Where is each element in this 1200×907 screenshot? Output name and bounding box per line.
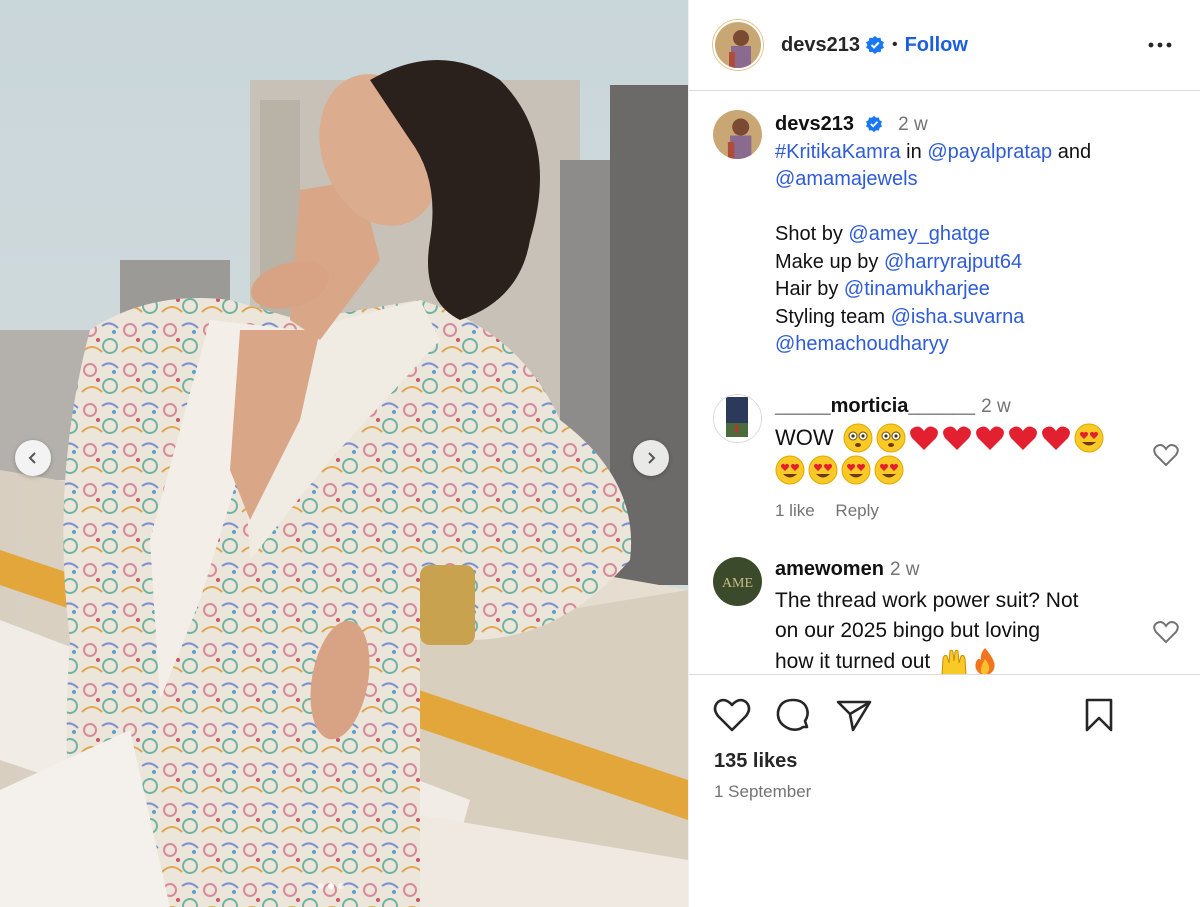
caption-mention[interactable]: @payalpratap	[927, 141, 1052, 163]
credit-handle[interactable]: @isha.suvarna	[891, 306, 1025, 328]
credit-handle[interactable]: @amey_ghatge	[848, 223, 990, 245]
comment-time: 2 w	[981, 396, 1011, 417]
credit-handle[interactable]: @tinamukharjee	[844, 278, 990, 300]
carousel-next-button[interactable]	[633, 440, 669, 476]
post-caption: devs213 2 w #KritikaKamra in @payalprata…	[713, 110, 1091, 359]
paper-plane-icon[interactable]	[835, 697, 873, 733]
chevron-left-icon	[28, 452, 36, 464]
post-header: devs213 • Follow	[689, 0, 1200, 91]
carousel-dot	[338, 883, 344, 889]
credit-label: Make up by	[775, 250, 879, 273]
verified-badge-icon	[865, 115, 882, 133]
credit-label: Shot by	[775, 223, 843, 245]
red-heart-emoji-icon	[1008, 426, 1037, 450]
verified-badge-icon	[865, 36, 884, 54]
heart-eyes-emoji-icon	[1074, 423, 1104, 452]
svg-text:AME: AME	[722, 576, 753, 591]
comment-author[interactable]: _____morticia______	[775, 395, 975, 417]
heart-eyes-emoji-icon	[775, 455, 805, 484]
heart-eyes-emoji-icon	[841, 455, 871, 484]
red-heart-emoji-icon	[942, 426, 971, 450]
post-date: 1 September	[714, 782, 812, 801]
action-bar	[713, 697, 1113, 737]
comment-author[interactable]: amewomen	[775, 558, 884, 580]
comment-text: how it turned out	[775, 649, 931, 673]
comment-likes[interactable]: 1 like	[775, 501, 815, 520]
comment-text: The thread work power suit? Not	[775, 588, 1079, 612]
commenter-avatar[interactable]	[713, 394, 762, 443]
caption-text: in	[906, 140, 922, 163]
ellipsis-icon[interactable]	[1147, 32, 1173, 58]
comment-text: on our 2025 bingo but loving	[775, 619, 1041, 642]
likes-count[interactable]: 135 likes	[714, 750, 797, 773]
comment-like-heart-icon[interactable]	[1153, 443, 1179, 467]
raising-hands-emoji-icon	[941, 649, 967, 674]
comment-like-heart-icon[interactable]	[1153, 620, 1179, 644]
comment-text: WOW	[775, 424, 834, 450]
heart-eyes-emoji-icon	[808, 455, 838, 484]
post-photo	[0, 0, 688, 907]
comment-item: AME amewomen 2 w The thread work power su…	[713, 557, 1078, 674]
speech-bubble-icon[interactable]	[775, 697, 811, 733]
carousel-dot-active	[328, 883, 334, 889]
credit-label: Styling team	[775, 305, 886, 328]
heart-eyes-emoji-icon	[874, 455, 904, 484]
credit-handle[interactable]: @hemachoudharyy	[775, 333, 949, 355]
post-image	[0, 0, 688, 907]
red-heart-emoji-icon	[975, 426, 1004, 450]
caption-text: and	[1057, 140, 1092, 163]
caption-author[interactable]: devs213	[775, 113, 854, 135]
carousel-prev-button[interactable]	[15, 440, 51, 476]
carousel-indicator	[318, 883, 344, 889]
credit-label: Hair by	[775, 278, 839, 300]
commenter-avatar[interactable]: AME	[713, 557, 762, 606]
follow-button[interactable]: Follow	[905, 34, 968, 57]
author-username[interactable]: devs213	[781, 34, 860, 57]
caption-time: 2 w	[898, 114, 928, 135]
comment-item: _____morticia______ 2 w WOW 1 like Reply	[713, 394, 1104, 524]
heart-outline-icon[interactable]	[713, 697, 751, 733]
post-footer: 135 likes 1 September	[689, 674, 1200, 907]
comment-time: 2 w	[889, 559, 920, 580]
caption-avatar[interactable]	[713, 110, 762, 159]
red-heart-emoji-icon	[909, 426, 938, 450]
comments-list: devs213 2 w #KritikaKamra in @payalprata…	[689, 92, 1200, 674]
fire-emoji-icon	[975, 647, 995, 674]
flushed-emoji-icon	[876, 423, 906, 452]
post-side-panel: devs213 • Follow devs213 2 w #KritikaKam…	[688, 0, 1200, 907]
caption-mention[interactable]: @amamajewels	[775, 168, 918, 190]
carousel-dot	[318, 883, 324, 889]
caption-hashtag[interactable]: #KritikaKamra	[775, 141, 901, 163]
bookmark-icon[interactable]	[1084, 697, 1114, 733]
flushed-emoji-icon	[843, 423, 873, 452]
reply-button[interactable]: Reply	[835, 501, 878, 520]
credit-handle[interactable]: @harryrajput64	[884, 251, 1022, 273]
header-separator: •	[891, 36, 898, 53]
red-heart-emoji-icon	[1041, 426, 1070, 450]
comment-meta: 1 like Reply	[775, 497, 1104, 525]
chevron-right-icon	[648, 452, 656, 464]
author-avatar[interactable]	[713, 20, 763, 70]
